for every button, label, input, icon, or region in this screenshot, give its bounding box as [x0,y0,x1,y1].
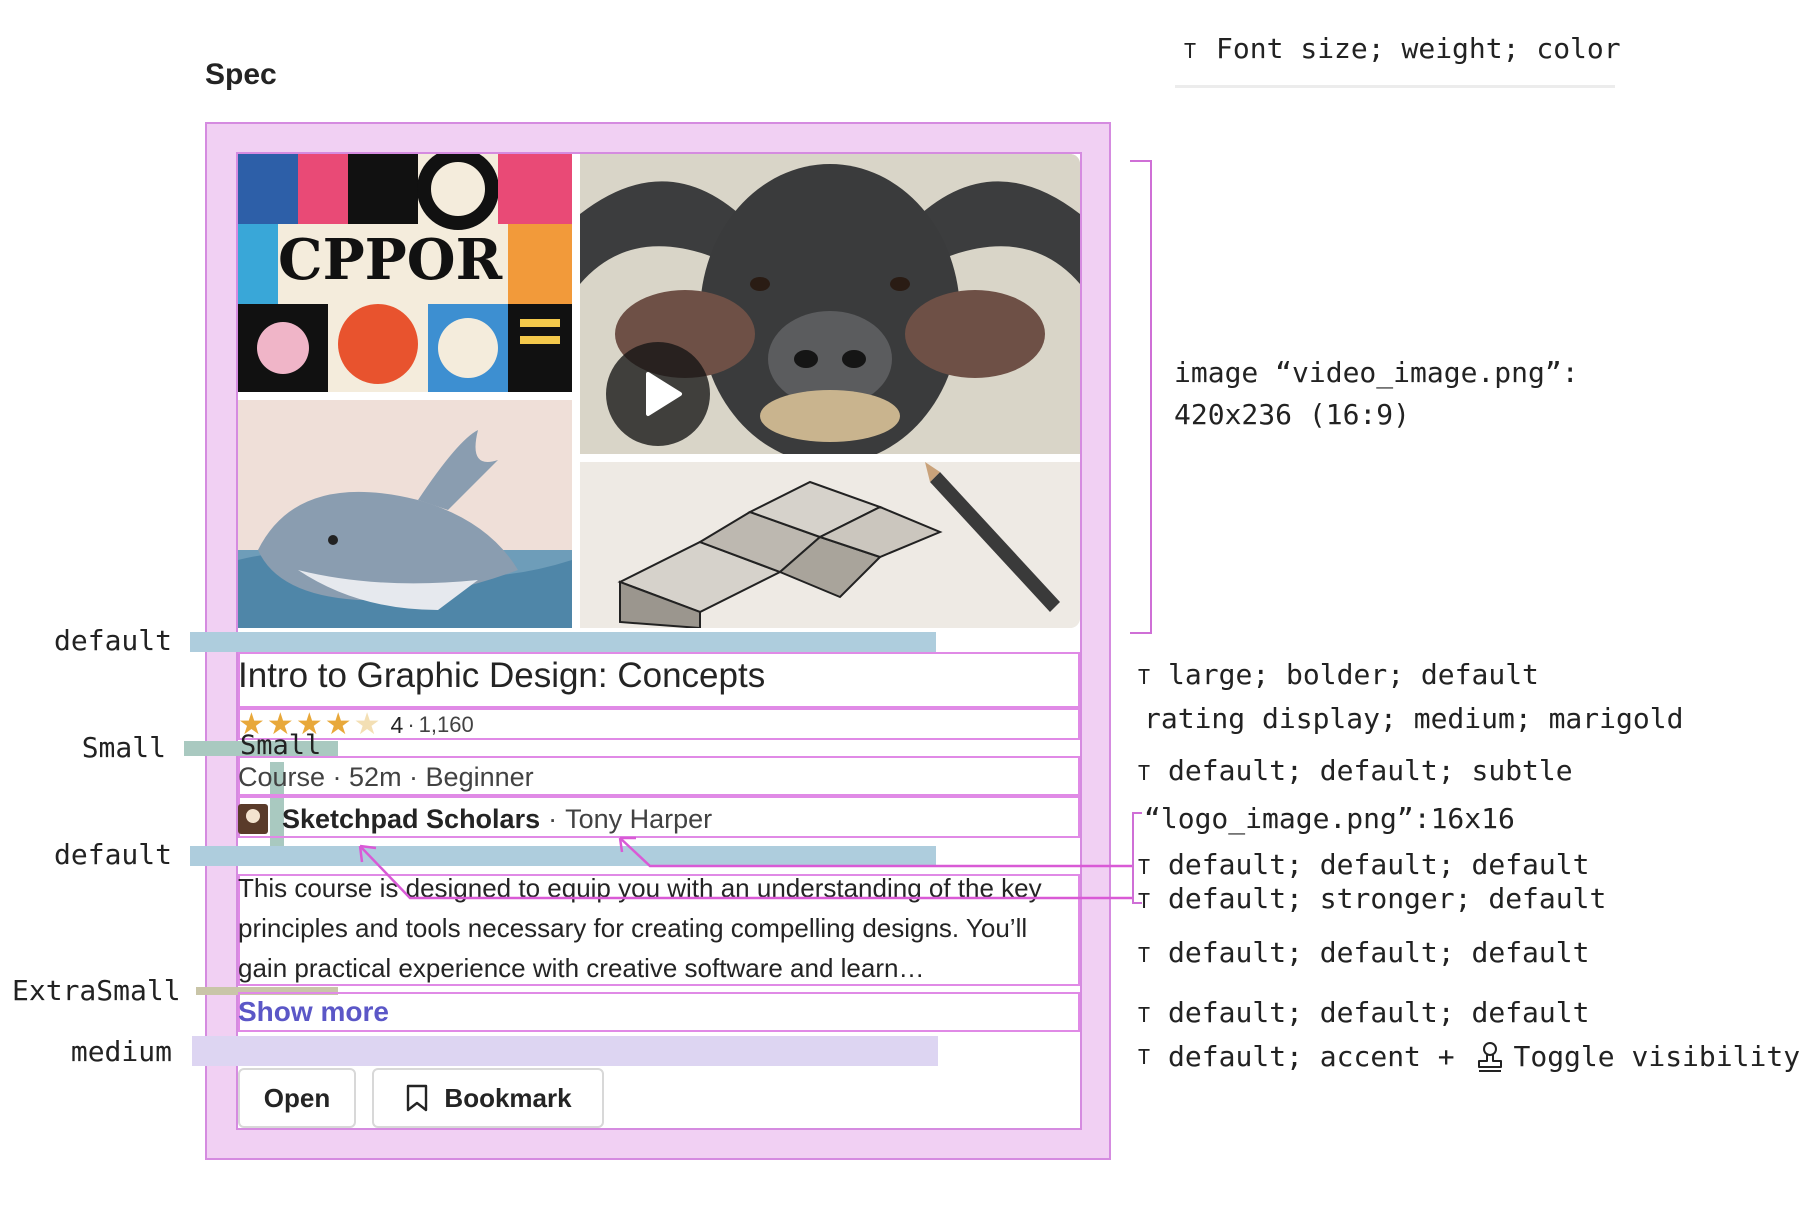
annotation-title: Tlarge; bolder; default [1138,658,1539,691]
annotation-rating: rating display; medium; marigold [1144,702,1683,735]
annotation-author-name: Tdefault; default; default [1138,848,1589,881]
text-style-icon: T [1138,855,1151,879]
annotation-buttons-suffix: Toggle visibility [1513,1040,1801,1073]
stamp-icon [1478,1041,1503,1072]
annotation-show-more: Tdefault; default; default [1138,996,1589,1029]
annotation-logo-text: “logo_image.png”:16x16 [1144,802,1515,835]
text-style-icon: T [1138,1003,1151,1027]
annotation-buttons: Tdefault; accent + Toggle visibility [1138,1040,1800,1073]
annotation-author-name-text: default; default; default [1168,848,1590,881]
annotation-show-more-text: default; default; default [1168,996,1590,1029]
text-style-icon: T [1138,761,1151,785]
annotation-title-text: large; bolder; default [1168,658,1539,691]
annotation-description: Tdefault; default; default [1138,936,1589,969]
annotation-buttons-text: default; accent + [1168,1040,1472,1073]
annotation-author-org: Tdefault; stronger; default [1138,882,1606,915]
text-style-icon: T [1138,665,1151,689]
connector-author-name [619,837,1134,868]
connector-author-org [359,845,1134,900]
annotation-author-org-text: default; stronger; default [1168,882,1607,915]
annotation-logo: “logo_image.png”:16x16 [1144,802,1515,835]
annotation-rating-text: rating display; medium; marigold [1144,702,1684,735]
text-style-icon: T [1138,889,1151,913]
text-style-icon: T [1138,1044,1151,1069]
text-style-icon: T [1138,943,1151,967]
annotation-meta-text: default; default; subtle [1168,754,1573,787]
annotation-meta: Tdefault; default; subtle [1138,754,1573,787]
annotation-description-text: default; default; default [1168,936,1590,969]
